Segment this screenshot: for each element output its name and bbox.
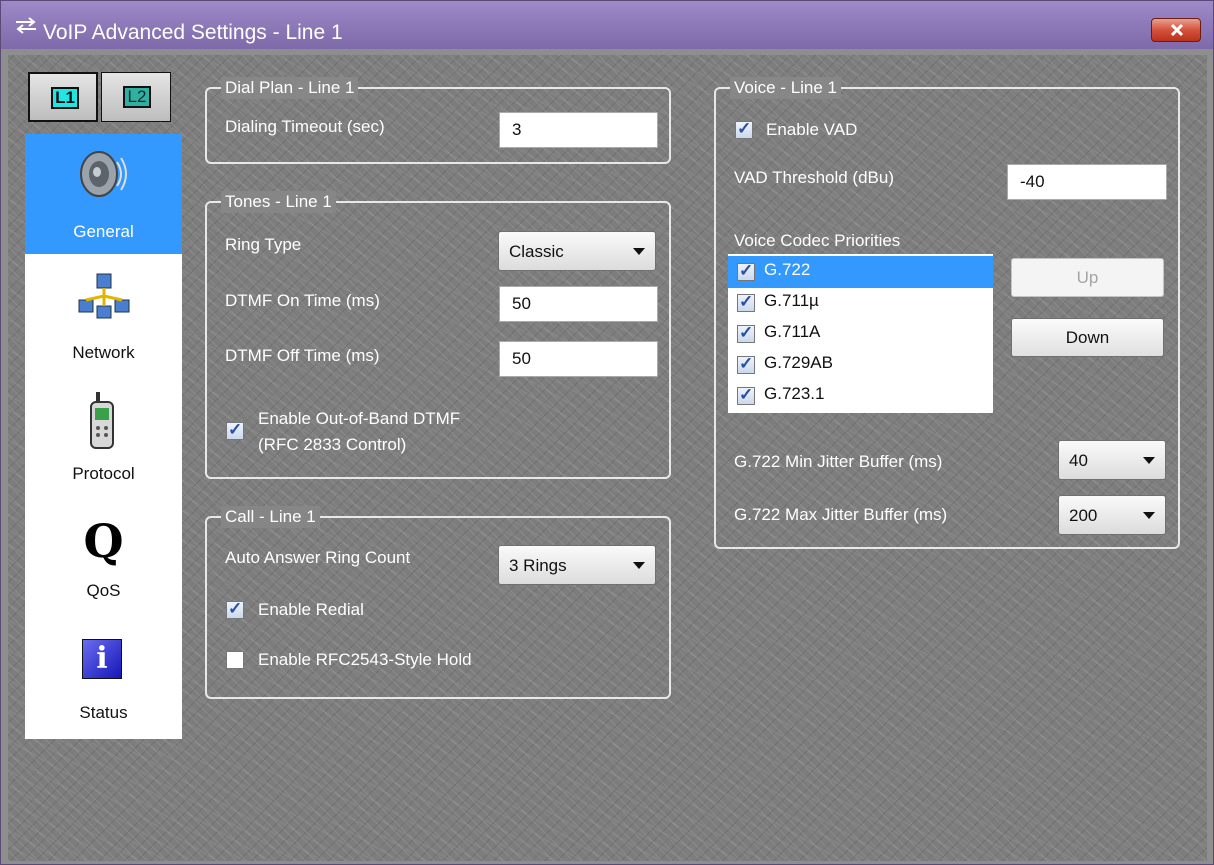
voice-legend: Voice - Line 1	[730, 77, 842, 99]
nav-label-qos: QoS	[86, 581, 121, 600]
codec-checkbox[interactable]	[737, 261, 755, 281]
codec-checkbox[interactable]	[737, 385, 755, 405]
dtmf-on-field[interactable]: 50	[499, 286, 658, 322]
codec-name: G.711µ	[764, 291, 819, 310]
rfc2543-hold-checkbox[interactable]	[226, 651, 244, 669]
move-down-button[interactable]: Down	[1011, 318, 1164, 357]
codec-priorities-label: Voice Codec Priorities	[734, 231, 901, 250]
dialing-timeout-label: Dialing Timeout (sec)	[225, 117, 385, 136]
dtmf-off-field[interactable]: 50	[499, 341, 658, 377]
chevron-down-icon	[633, 562, 645, 569]
nav-label-protocol: Protocol	[72, 464, 135, 483]
nav-label-status: Status	[79, 703, 128, 722]
vad-threshold-field[interactable]: -40	[1007, 164, 1167, 200]
nav-label-general: General	[73, 222, 134, 241]
codec-checkbox[interactable]	[737, 354, 755, 374]
speaker-icon	[80, 151, 127, 197]
call-legend: Call - Line 1	[221, 506, 320, 528]
auto-answer-select[interactable]: 3 Rings	[498, 545, 656, 585]
codec-name: G.711A	[764, 322, 821, 341]
ring-type-select[interactable]: Classic	[498, 231, 656, 271]
max-jitter-label: G.722 Max Jitter Buffer (ms)	[734, 505, 948, 524]
dialing-timeout-field[interactable]: 3	[499, 112, 658, 148]
tones-legend: Tones - Line 1	[221, 191, 336, 213]
category-nav: General Network Protocol Q QoS i Status	[25, 134, 182, 739]
oob-dtmf-label-2: (RFC 2833 Control)	[258, 435, 407, 454]
nav-item-protocol[interactable]: Protocol	[25, 376, 182, 496]
nav-label-network: Network	[72, 343, 135, 362]
list-item[interactable]: G.729AB	[728, 349, 993, 381]
redial-checkbox[interactable]	[226, 599, 244, 619]
swap-arrows-icon	[16, 17, 36, 34]
dtmf-on-label: DTMF On Time (ms)	[225, 291, 380, 310]
min-jitter-value: 40	[1069, 451, 1088, 470]
oob-dtmf-checkbox[interactable]	[226, 420, 244, 440]
codec-checkbox[interactable]	[737, 323, 755, 343]
ring-type-label: Ring Type	[225, 235, 302, 254]
nav-item-status[interactable]: i Status	[25, 616, 182, 736]
max-jitter-value: 200	[1069, 506, 1098, 525]
list-item[interactable]: G.722	[728, 256, 993, 288]
close-icon	[1170, 23, 1184, 37]
info-icon: i	[82, 639, 122, 679]
q-icon: Q	[83, 514, 124, 568]
oob-dtmf-label-1: Enable Out-of-Band DTMF	[258, 409, 461, 428]
max-jitter-select[interactable]: 200	[1058, 495, 1166, 535]
codec-name: G.723.1	[764, 384, 825, 403]
nav-item-general[interactable]: General	[25, 134, 182, 254]
voip-settings-window: VoIP Advanced Settings - Line 1 L1 L2 Ge…	[0, 0, 1214, 865]
codec-name: G.722	[764, 260, 811, 279]
line-1-label: L1	[51, 87, 79, 109]
window-title: VoIP Advanced Settings - Line 1	[43, 21, 343, 44]
vad-threshold-label: VAD Threshold (dBu)	[734, 168, 894, 187]
nav-item-qos[interactable]: Q QoS	[25, 496, 182, 616]
close-button[interactable]	[1151, 18, 1201, 42]
title-bar[interactable]: VoIP Advanced Settings - Line 1	[1, 1, 1213, 49]
codec-priority-list[interactable]: G.722 G.711µ G.711A G.729AB G.723.1	[728, 254, 993, 413]
line-2-label: L2	[123, 86, 151, 108]
ring-type-value: Classic	[509, 242, 564, 261]
list-item[interactable]: G.723.1	[728, 380, 993, 412]
dial-plan-legend: Dial Plan - Line 1	[221, 77, 359, 99]
list-item[interactable]: G.711µ	[728, 287, 993, 319]
redial-label: Enable Redial	[258, 600, 364, 619]
move-up-button[interactable]: Up	[1011, 258, 1164, 297]
codec-name: G.729AB	[764, 353, 833, 372]
enable-vad-label: Enable VAD	[766, 120, 858, 139]
chevron-down-icon	[1143, 457, 1155, 464]
rfc2543-hold-label: Enable RFC2543-Style Hold	[258, 650, 472, 669]
min-jitter-select[interactable]: 40	[1058, 440, 1166, 480]
nav-item-network[interactable]: Network	[25, 256, 182, 376]
chevron-down-icon	[1143, 512, 1155, 519]
network-icon	[78, 273, 130, 319]
enable-vad-checkbox[interactable]	[735, 119, 753, 139]
auto-answer-value: 3 Rings	[509, 556, 567, 575]
line-2-button[interactable]: L2	[101, 72, 171, 122]
chevron-down-icon	[633, 248, 645, 255]
phone-icon	[90, 392, 114, 449]
min-jitter-label: G.722 Min Jitter Buffer (ms)	[734, 452, 943, 471]
list-item[interactable]: G.711A	[728, 318, 993, 350]
codec-checkbox[interactable]	[737, 292, 755, 312]
auto-answer-label: Auto Answer Ring Count	[225, 548, 411, 567]
line-1-button[interactable]: L1	[28, 72, 98, 122]
dtmf-off-label: DTMF Off Time (ms)	[225, 346, 380, 365]
